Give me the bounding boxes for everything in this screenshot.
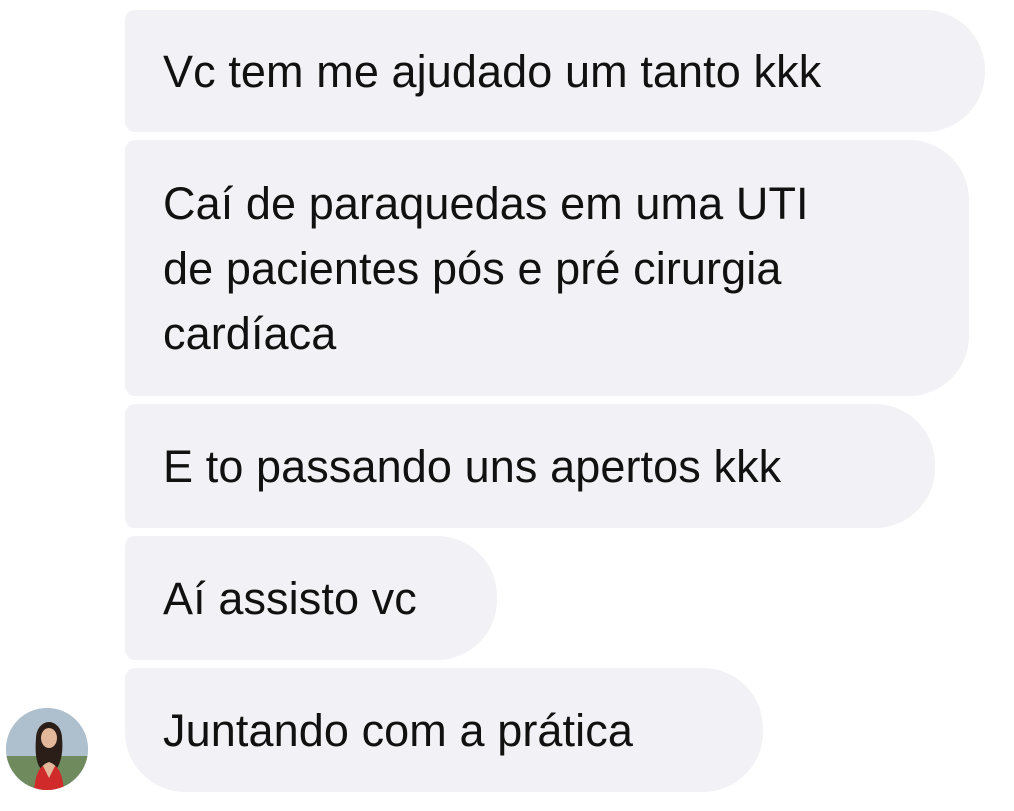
message-thread: Vc tem me ajudado um tanto kkk Caí de pa…	[0, 0, 1014, 811]
avatar-image	[6, 708, 88, 790]
profile-photo-icon[interactable]	[6, 708, 88, 790]
face	[41, 728, 57, 748]
message-bubble[interactable]: E to passando uns apertos kkk	[125, 404, 935, 528]
message-bubble[interactable]: Vc tem me ajudado um tanto kkk	[125, 10, 985, 132]
message-bubble[interactable]: Aí assisto vc	[125, 536, 497, 660]
message-bubble[interactable]: Caí de paraquedas em uma UTI de paciente…	[125, 140, 969, 396]
message-bubble[interactable]: Juntando com a prática	[125, 668, 763, 792]
